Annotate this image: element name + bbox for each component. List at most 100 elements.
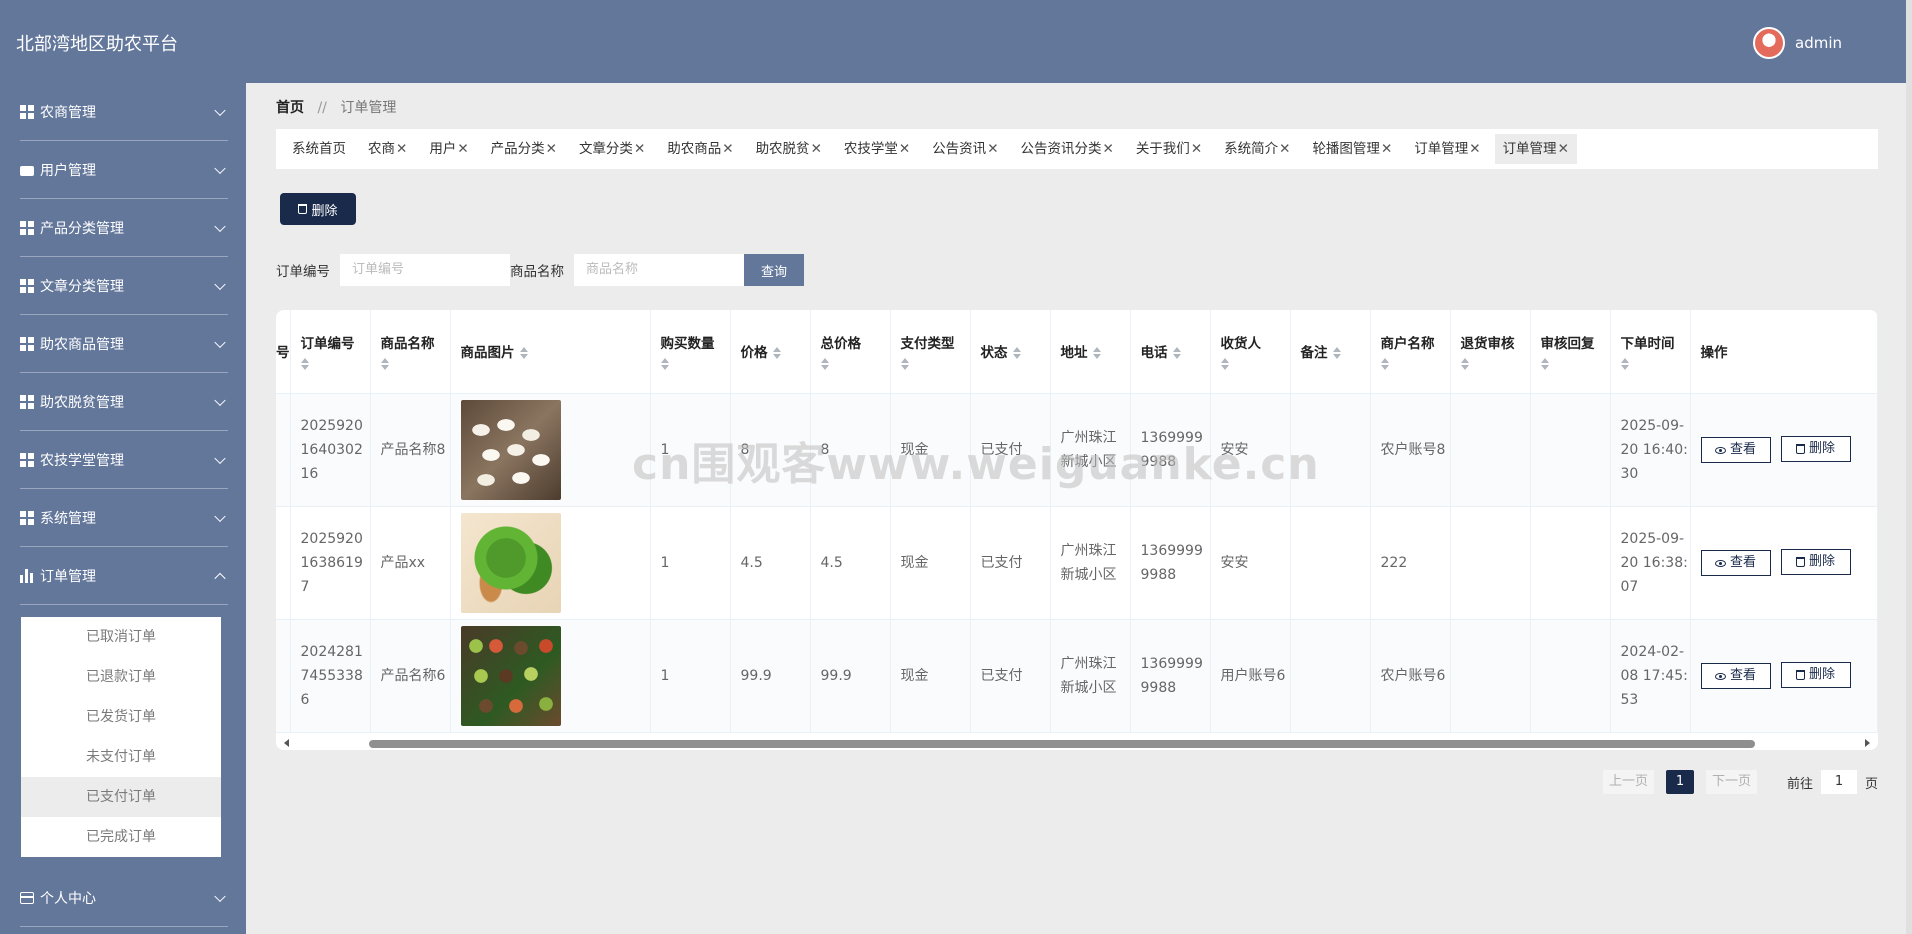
tab-intro[interactable]: 系统简介✕ — [1216, 134, 1298, 164]
sort-icon[interactable] — [1092, 347, 1101, 360]
close-icon[interactable]: ✕ — [396, 141, 407, 157]
close-icon[interactable]: ✕ — [987, 141, 998, 157]
column-header-status[interactable]: 状态 — [970, 310, 1051, 394]
column-header-audit-reply[interactable]: 审核回复 — [1530, 310, 1611, 394]
scroll-left-arrow-icon[interactable] — [284, 739, 289, 747]
close-icon[interactable]: ✕ — [1279, 141, 1290, 157]
sort-icon[interactable] — [1460, 358, 1469, 371]
sidebar-item-school[interactable]: 农技学堂管理 — [0, 431, 246, 489]
goto-page-input[interactable]: 1 — [1820, 770, 1857, 794]
sort-icon[interactable] — [1172, 347, 1181, 360]
submenu-item-completed[interactable]: 已完成订单 — [21, 817, 221, 857]
close-icon[interactable]: ✕ — [1103, 141, 1114, 157]
close-icon[interactable]: ✕ — [457, 141, 468, 157]
tab-poverty[interactable]: 助农脱贫✕ — [748, 134, 830, 164]
submenu-item-refunded[interactable]: 已退款订单 — [21, 657, 221, 697]
sidebar-item-personal[interactable]: 个人中心 — [0, 869, 246, 927]
column-header-merchant[interactable]: 商户名称 — [1370, 310, 1451, 394]
product-image-white-beans[interactable] — [460, 399, 561, 500]
sidebar-item-merchant[interactable]: 农商管理 — [0, 83, 246, 141]
tab-product-category[interactable]: 产品分类✕ — [483, 134, 565, 164]
sort-icon[interactable] — [519, 347, 528, 360]
column-header-address[interactable]: 地址 — [1050, 310, 1131, 394]
submenu-item-shipped[interactable]: 已发货订单 — [21, 697, 221, 737]
horizontal-scrollbar[interactable] — [276, 736, 1878, 750]
sort-icon[interactable] — [772, 347, 781, 360]
tab-news-category[interactable]: 公告资讯分类✕ — [1013, 134, 1122, 164]
sort-icon[interactable] — [1380, 358, 1389, 371]
sidebar-item-products[interactable]: 助农商品管理 — [0, 315, 246, 373]
column-header-time[interactable]: 下单时间 — [1610, 310, 1691, 394]
breadcrumb-home[interactable]: 首页 — [276, 100, 304, 116]
username[interactable]: admin — [1795, 34, 1842, 52]
close-icon[interactable]: ✕ — [634, 141, 645, 157]
tab-carousel[interactable]: 轮播图管理✕ — [1304, 134, 1400, 164]
close-icon[interactable]: ✕ — [899, 141, 910, 157]
view-button[interactable]: 查看 — [1700, 437, 1771, 464]
product-name-input[interactable]: 商品名称 — [574, 254, 744, 286]
close-icon[interactable]: ✕ — [1381, 141, 1392, 157]
column-header-product[interactable]: 商品名称 — [370, 310, 451, 394]
page-number-current[interactable]: 1 — [1665, 770, 1694, 794]
close-icon[interactable]: ✕ — [546, 141, 557, 157]
column-header-qty[interactable]: 购买数量 — [650, 310, 731, 394]
sort-icon[interactable] — [1220, 358, 1229, 371]
sort-icon[interactable] — [300, 358, 309, 371]
sort-icon[interactable] — [900, 358, 909, 371]
product-image-mixed-vegetables[interactable] — [460, 625, 561, 726]
avatar[interactable] — [1753, 27, 1785, 59]
close-icon[interactable]: ✕ — [1558, 141, 1569, 157]
column-header-order-no[interactable]: 订单编号 — [290, 310, 371, 394]
sort-icon[interactable] — [1620, 358, 1629, 371]
sort-icon[interactable] — [1332, 347, 1341, 360]
column-header-receiver[interactable]: 收货人 — [1210, 310, 1291, 394]
sidebar-item-users[interactable]: 用户管理 — [0, 141, 246, 199]
sort-icon[interactable] — [660, 358, 669, 371]
close-icon[interactable]: ✕ — [811, 141, 822, 157]
tab-orders-active[interactable]: 订单管理✕ — [1494, 134, 1577, 164]
column-header-price[interactable]: 价格 — [730, 310, 811, 394]
tab-news[interactable]: 公告资讯✕ — [924, 134, 1006, 164]
column-header-note[interactable]: 备注 — [1290, 310, 1371, 394]
sidebar-item-orders[interactable]: 订单管理 — [0, 547, 246, 605]
product-image-lettuce[interactable] — [460, 512, 561, 613]
sort-icon[interactable] — [1012, 347, 1021, 360]
prev-page-button[interactable]: 上一页 — [1602, 770, 1654, 794]
sort-icon[interactable] — [820, 358, 829, 371]
batch-delete-button[interactable]: 删除 — [280, 193, 356, 225]
user-menu[interactable]: admin — [1753, 27, 1842, 59]
sidebar-item-system[interactable]: 系统管理 — [0, 489, 246, 547]
tab-users[interactable]: 用户✕ — [421, 134, 476, 164]
view-button[interactable]: 查看 — [1700, 663, 1771, 690]
scroll-right-arrow-icon[interactable] — [1865, 739, 1870, 747]
sidebar-item-article-category[interactable]: 文章分类管理 — [0, 257, 246, 315]
submenu-item-unpaid[interactable]: 未支付订单 — [21, 737, 221, 777]
view-button[interactable]: 查看 — [1700, 550, 1771, 577]
sort-icon[interactable] — [380, 358, 389, 371]
column-header-phone[interactable]: 电话 — [1130, 310, 1211, 394]
column-header-total[interactable]: 总价格 — [810, 310, 891, 394]
query-button[interactable]: 查询 — [744, 254, 804, 286]
close-icon[interactable]: ✕ — [1191, 141, 1202, 157]
tab-about[interactable]: 关于我们✕ — [1128, 134, 1210, 164]
close-icon[interactable]: ✕ — [722, 141, 733, 157]
column-header-image[interactable]: 商品图片 — [450, 310, 651, 394]
column-header-pay-type[interactable]: 支付类型 — [890, 310, 971, 394]
tab-school[interactable]: 农技学堂✕ — [836, 134, 918, 164]
delete-button[interactable]: 删除 — [1780, 661, 1851, 688]
order-no-input[interactable]: 订单编号 — [340, 254, 510, 286]
next-page-button[interactable]: 下一页 — [1705, 770, 1757, 794]
delete-button[interactable]: 删除 — [1780, 548, 1851, 575]
sidebar-item-poverty[interactable]: 助农脱贫管理 — [0, 373, 246, 431]
tab-products[interactable]: 助农商品✕ — [659, 134, 741, 164]
sidebar-item-product-category[interactable]: 产品分类管理 — [0, 199, 246, 257]
scrollbar-thumb[interactable] — [369, 740, 1755, 748]
tab-article-category[interactable]: 文章分类✕ — [571, 134, 653, 164]
submenu-item-cancelled[interactable]: 已取消订单 — [21, 617, 221, 657]
close-icon[interactable]: ✕ — [1469, 141, 1480, 157]
tab-home[interactable]: 系统首页 — [284, 134, 354, 164]
delete-button[interactable]: 删除 — [1780, 435, 1851, 462]
page-scrollbar[interactable] — [1906, 0, 1912, 934]
tab-orders[interactable]: 订单管理✕ — [1406, 134, 1488, 164]
submenu-item-paid[interactable]: 已支付订单 — [21, 777, 221, 817]
